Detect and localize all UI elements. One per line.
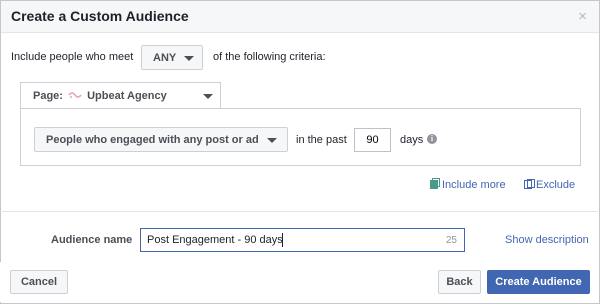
info-icon[interactable]: i	[427, 134, 437, 144]
exclude-icon	[524, 179, 535, 189]
include-icon	[430, 178, 440, 189]
audience-name-input[interactable]: Post Engagement - 90 days 25	[140, 228, 465, 252]
back-button[interactable]: Back	[438, 270, 481, 294]
cancel-button[interactable]: Cancel	[10, 270, 68, 294]
include-more-link[interactable]: Include more	[430, 178, 506, 191]
include-more-label: Include more	[442, 179, 506, 191]
character-count: 25	[445, 235, 457, 246]
show-description-link[interactable]: Show description	[505, 234, 589, 246]
audience-name-label: Audience name	[51, 234, 133, 246]
criteria-suffix: of the following criteria:	[213, 51, 326, 63]
divider	[0, 211, 598, 212]
caret-down-icon	[203, 94, 213, 99]
exclude-link[interactable]: Exclude	[524, 179, 575, 191]
close-icon[interactable]: ×	[578, 8, 587, 25]
text-cursor	[282, 233, 283, 247]
in-the-past-label: in the past	[296, 134, 347, 146]
page-source-label: Page:	[33, 90, 63, 102]
retention-days-input[interactable]	[354, 128, 391, 152]
audience-name-value: Post Engagement - 90 days	[147, 234, 283, 246]
page-logo-icon	[68, 92, 82, 99]
page-source-dropdown[interactable]: Page: Upbeat Agency	[20, 82, 221, 109]
caret-down-icon	[267, 138, 277, 143]
dialog-title: Create a Custom Audience	[11, 8, 189, 24]
match-type-value: ANY	[153, 52, 177, 64]
engagement-event-dropdown[interactable]: People who engaged with any post or ad	[34, 127, 288, 152]
caret-down-icon	[184, 56, 194, 61]
days-label: days	[400, 134, 424, 146]
create-audience-button[interactable]: Create Audience	[487, 270, 590, 294]
page-source-name: Upbeat Agency	[87, 90, 167, 102]
match-type-dropdown[interactable]: ANY	[141, 45, 203, 70]
criteria-prefix: Include people who meet	[11, 51, 134, 63]
dialog-header: Create a Custom Audience ×	[1, 1, 599, 33]
exclude-label: Exclude	[536, 179, 576, 191]
engagement-event-value: People who engaged with any post or ad	[46, 134, 259, 146]
